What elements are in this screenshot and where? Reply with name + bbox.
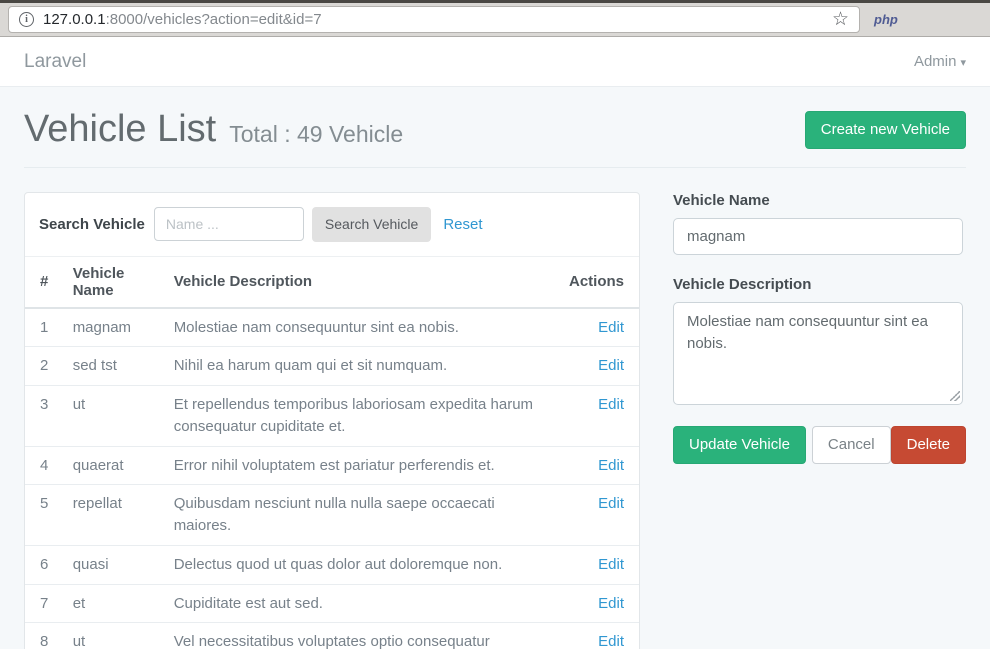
row-name: quasi [65, 545, 166, 584]
row-number: 8 [25, 623, 65, 649]
search-label: Search Vehicle [39, 216, 145, 233]
url-bar[interactable]: i 127.0.0.1:8000/vehicles?action=edit&id… [8, 6, 860, 33]
row-number: 5 [25, 485, 65, 546]
total-count-label: Total : 49 Vehicle [229, 111, 403, 148]
page-title: Vehicle List [24, 109, 216, 151]
vehicle-name-input[interactable] [673, 218, 963, 255]
vehicle-description-label: Vehicle Description [673, 276, 963, 293]
header-number: # [25, 257, 65, 308]
row-number: 2 [25, 347, 65, 386]
header-name: Vehicle Name [65, 257, 166, 308]
row-name: repellat [65, 485, 166, 546]
edit-link[interactable]: Edit [598, 495, 624, 512]
update-vehicle-button[interactable]: Update Vehicle [673, 426, 806, 464]
row-name: ut [65, 623, 166, 649]
brand-link[interactable]: Laravel [24, 51, 86, 73]
search-button[interactable]: Search Vehicle [312, 207, 431, 242]
vehicle-list-card: Search Vehicle Search Vehicle Reset # Ve… [24, 192, 640, 649]
row-description: Delectus quod ut quas dolor aut doloremq… [166, 545, 561, 584]
reset-link[interactable]: Reset [443, 216, 482, 233]
bookmark-star-icon[interactable]: ☆ [832, 10, 849, 29]
browser-chrome: i 127.0.0.1:8000/vehicles?action=edit&id… [0, 0, 990, 37]
row-name: magnam [65, 308, 166, 347]
table-row: 7 et Cupiditate est aut sed. Edit [25, 584, 639, 623]
vehicle-edit-form: Vehicle Name Vehicle Description Molesti… [673, 192, 963, 464]
row-name: et [65, 584, 166, 623]
search-input[interactable] [154, 207, 304, 241]
edit-link[interactable]: Edit [598, 457, 624, 474]
table-header-row: # Vehicle Name Vehicle Description Actio… [25, 257, 639, 308]
table-row: 6 quasi Delectus quod ut quas dolor aut … [25, 545, 639, 584]
url-host: 127.0.0.1 [43, 11, 106, 28]
site-info-icon[interactable]: i [19, 12, 34, 27]
row-name: ut [65, 386, 166, 447]
user-dropdown-label: Admin [914, 53, 957, 70]
edit-link[interactable]: Edit [598, 357, 624, 374]
row-name: quaerat [65, 446, 166, 485]
row-number: 6 [25, 545, 65, 584]
table-row: 8 ut Vel necessitatibus voluptates optio… [25, 623, 639, 649]
caret-down-icon: ▾ [960, 57, 966, 69]
row-description: Quibusdam nesciunt nulla nulla saepe occ… [166, 485, 561, 546]
row-number: 7 [25, 584, 65, 623]
row-number: 3 [25, 386, 65, 447]
row-number: 1 [25, 308, 65, 347]
table-row: 4 quaerat Error nihil voluptatem est par… [25, 446, 639, 485]
header-description: Vehicle Description [166, 257, 561, 308]
table-row: 1 magnam Molestiae nam consequuntur sint… [25, 308, 639, 347]
row-description: Et repellendus temporibus laboriosam exp… [166, 386, 561, 447]
row-description: Molestiae nam consequuntur sint ea nobis… [166, 308, 561, 347]
create-vehicle-button[interactable]: Create new Vehicle [805, 111, 966, 149]
vehicle-table: # Vehicle Name Vehicle Description Actio… [25, 257, 639, 649]
table-row: 2 sed tst Nihil ea harum quam qui et sit… [25, 347, 639, 386]
edit-link[interactable]: Edit [598, 633, 624, 649]
table-row: 5 repellat Quibusdam nesciunt nulla null… [25, 485, 639, 546]
user-dropdown[interactable]: Admin▾ [914, 53, 966, 70]
url-text: 127.0.0.1:8000/vehicles?action=edit&id=7 [43, 11, 322, 28]
vehicle-name-label: Vehicle Name [673, 192, 963, 209]
row-description: Error nihil voluptatem est pariatur perf… [166, 446, 561, 485]
url-path: :8000/vehicles?action=edit&id=7 [106, 11, 322, 28]
row-name: sed tst [65, 347, 166, 386]
header-actions: Actions [561, 257, 639, 308]
search-form: Search Vehicle Search Vehicle Reset [25, 193, 639, 257]
edit-link[interactable]: Edit [598, 556, 624, 573]
form-buttons: Update Vehicle Cancel Delete [673, 426, 963, 464]
cancel-button[interactable]: Cancel [812, 426, 891, 464]
navbar: Laravel Admin▾ [0, 37, 990, 87]
row-description: Cupiditate est aut sed. [166, 584, 561, 623]
edit-link[interactable]: Edit [598, 319, 624, 336]
row-description: Nihil ea harum quam qui et sit numquam. [166, 347, 561, 386]
page-header: Vehicle List Total : 49 Vehicle Create n… [24, 109, 966, 168]
vehicle-description-textarea[interactable]: Molestiae nam consequuntur sint ea nobis… [673, 302, 963, 405]
vehicle-table-body: 1 magnam Molestiae nam consequuntur sint… [25, 308, 639, 649]
row-number: 4 [25, 446, 65, 485]
main-content: Vehicle List Total : 49 Vehicle Create n… [0, 87, 990, 649]
table-row: 3 ut Et repellendus temporibus laboriosa… [25, 386, 639, 447]
edit-link[interactable]: Edit [598, 396, 624, 413]
row-description: Vel necessitatibus voluptates optio cons… [166, 623, 561, 649]
php-extension-icon[interactable]: php [874, 12, 898, 27]
edit-link[interactable]: Edit [598, 595, 624, 612]
delete-button[interactable]: Delete [891, 426, 966, 464]
